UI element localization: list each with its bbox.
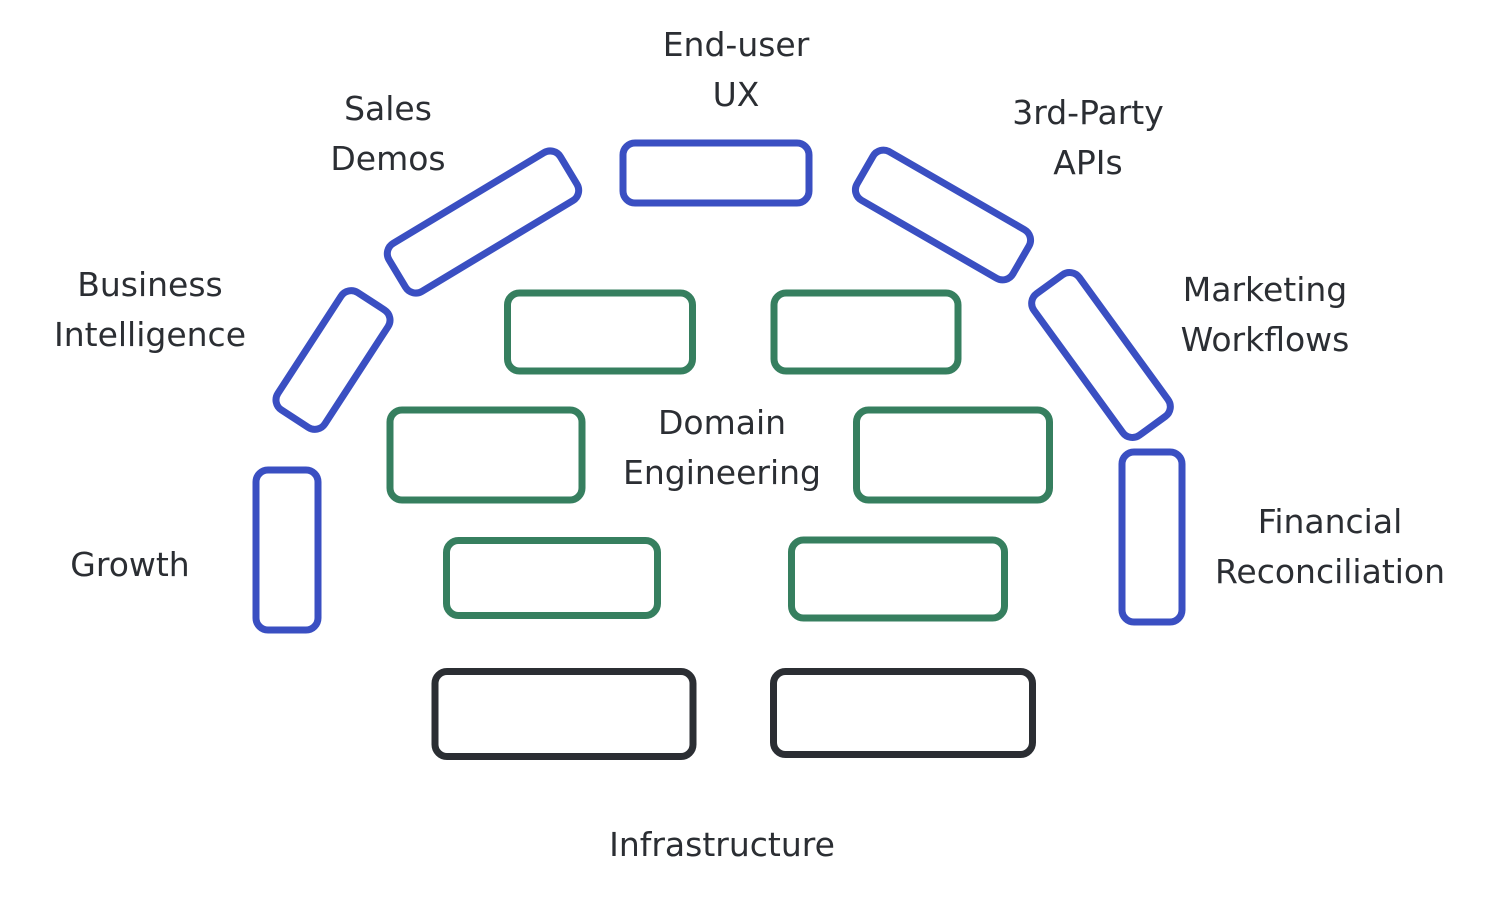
- label-3rd-party-apis: 3rd-Party APIs: [1012, 88, 1164, 188]
- label-line: Growth: [70, 545, 190, 584]
- label-financial-reconciliation: Financial Reconciliation: [1215, 497, 1445, 597]
- label-line: 3rd-Party: [1012, 93, 1164, 132]
- label-line: UX: [712, 75, 760, 114]
- label-business-intelligence: Business Intelligence: [54, 260, 246, 360]
- label-line: Infrastructure: [609, 825, 835, 864]
- label-line: Demos: [330, 139, 446, 178]
- label-line: End-user: [662, 25, 810, 64]
- box-domain: [788, 536, 1008, 622]
- label-line: Reconciliation: [1214, 552, 1446, 591]
- label-growth: Growth: [70, 540, 189, 590]
- label-line: Business: [77, 265, 223, 304]
- box-business-intelligence: [272, 287, 394, 433]
- box-domain: [386, 406, 586, 504]
- label-line: Marketing: [1182, 270, 1348, 309]
- label-line: Sales: [344, 89, 432, 128]
- box-domain: [443, 537, 661, 619]
- box-growth: [252, 466, 322, 634]
- box-end-user-ux: [619, 139, 813, 207]
- label-infrastructure: Infrastructure: [609, 820, 835, 870]
- label-marketing-workflows: Marketing Workflows: [1181, 265, 1350, 365]
- box-infrastructure: [431, 668, 697, 760]
- box-infrastructure: [770, 668, 1036, 758]
- label-line: Intelligence: [53, 315, 247, 354]
- box-domain: [853, 406, 1053, 504]
- box-domain: [504, 289, 696, 375]
- box-domain: [770, 289, 962, 375]
- box-financial-reconciliation: [1118, 448, 1186, 626]
- label-line: APIs: [1053, 143, 1123, 182]
- label-line: Engineering: [623, 453, 821, 492]
- box-3rd-party-apis: [851, 146, 1035, 284]
- label-line: Domain: [657, 403, 787, 442]
- label-line: Financial: [1257, 502, 1403, 541]
- label-line: Workflows: [1180, 320, 1350, 359]
- label-end-user-ux: End-user UX: [663, 20, 810, 120]
- label-domain-engineering: Domain Engineering: [623, 398, 821, 498]
- label-sales-demos: Sales Demos: [330, 84, 445, 184]
